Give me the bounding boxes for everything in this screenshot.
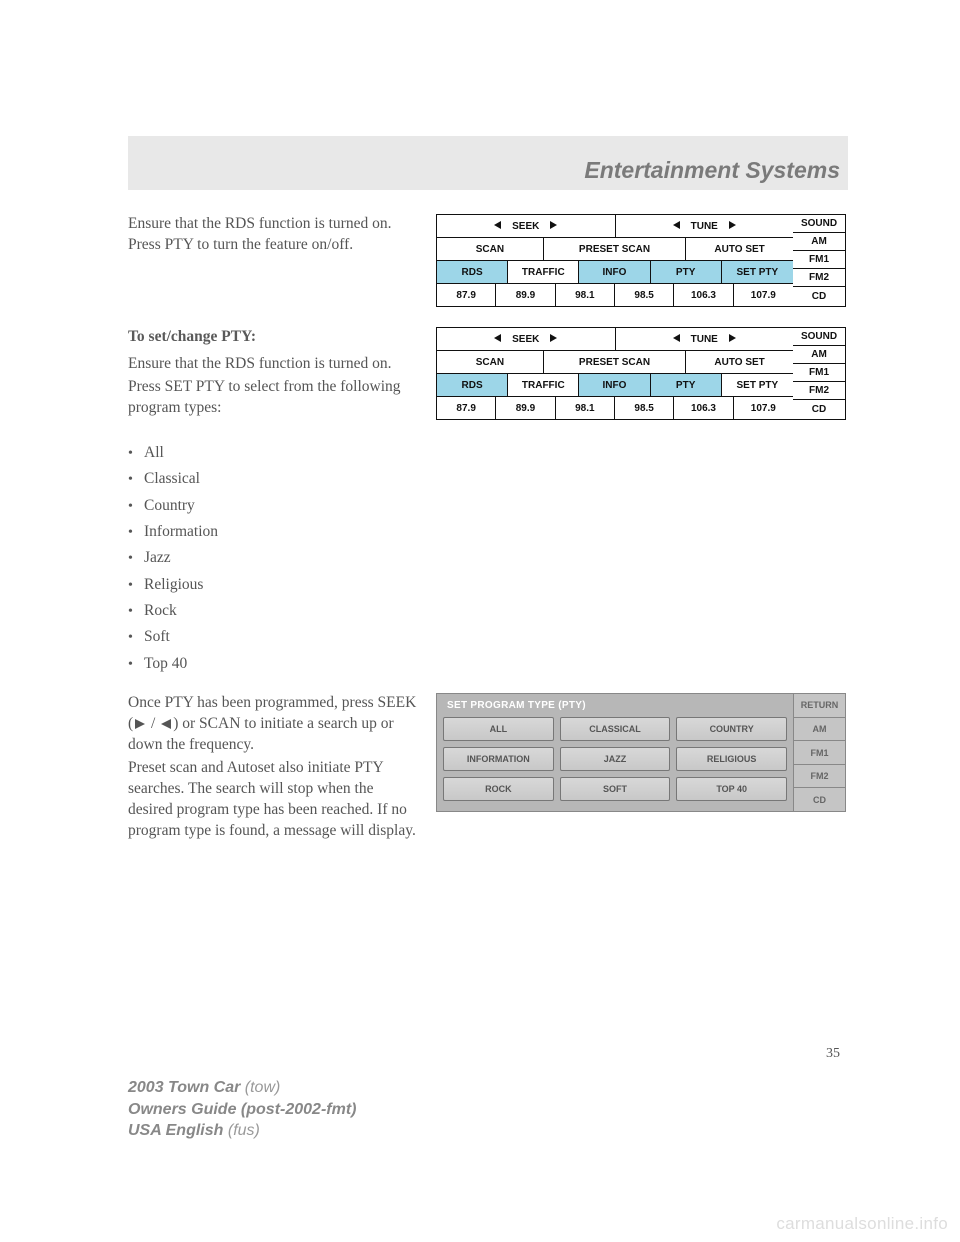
preset-scan-button: PRESET SCAN — [544, 238, 686, 260]
seek-left-icon — [161, 719, 171, 729]
preset-scan-button: PRESET SCAN — [544, 351, 686, 373]
pty-button: PTY — [651, 374, 722, 396]
preset-3: 98.1 — [556, 397, 615, 419]
am-button: AM — [793, 346, 845, 364]
pty-btn-information: INFORMATION — [443, 747, 554, 771]
pty-side-fm1: FM1 — [794, 741, 845, 765]
rds-button: RDS — [437, 374, 508, 396]
pty-side-cd: CD — [794, 788, 845, 811]
pty-panel: SET PROGRAM TYPE (PTY) ALL CLASSICAL COU… — [436, 693, 846, 812]
watermark: carmanualsonline.info — [776, 1214, 948, 1234]
pty-btn-jazz: JAZZ — [560, 747, 671, 771]
fm1-button: FM1 — [793, 364, 845, 382]
radio-illustration-1: SEEK TUNE SCAN PRESET SCAN AUTO SET RDS … — [436, 214, 848, 307]
preset-3: 98.1 — [556, 284, 615, 306]
preset-6: 107.9 — [734, 284, 793, 306]
section-once-pty: Once PTY has been programmed, press SEEK… — [128, 693, 848, 841]
header-band: Entertainment Systems — [128, 136, 848, 190]
list-item: Top 40 — [128, 651, 848, 677]
pty-types-list: All Classical Country Information Jazz R… — [128, 440, 848, 677]
set-pty-button: SET PTY — [722, 374, 793, 396]
text-set-pty: To set/change PTY: Ensure that the RDS f… — [128, 327, 418, 419]
pty-btn-soft: SOFT — [560, 777, 671, 801]
page-content: Entertainment Systems Ensure that the RD… — [128, 136, 848, 862]
pty-screen-illustration: SET PROGRAM TYPE (PTY) ALL CLASSICAL COU… — [436, 693, 848, 812]
section-title: Entertainment Systems — [584, 157, 840, 184]
pty-side-return: RETURN — [794, 694, 845, 718]
page-number: 35 — [826, 1046, 840, 1062]
tune-control: TUNE — [616, 328, 794, 350]
preset-4: 98.5 — [615, 284, 674, 306]
list-item: Classical — [128, 466, 848, 492]
preset-1: 87.9 — [437, 397, 496, 419]
am-button: AM — [793, 233, 845, 251]
auto-set-button: AUTO SET — [686, 351, 793, 373]
seek-control: SEEK — [437, 215, 616, 237]
seek-right-icon — [135, 719, 145, 729]
list-item: Soft — [128, 624, 848, 650]
cd-button: CD — [793, 400, 845, 418]
list-item: All — [128, 440, 848, 466]
list-item: Religious — [128, 572, 848, 598]
traffic-button: TRAFFIC — [508, 261, 579, 283]
info-button: INFO — [579, 374, 650, 396]
fm2-button: FM2 — [793, 269, 845, 287]
list-item: Rock — [128, 598, 848, 624]
radio-panel-2: SEEK TUNE SCAN PRESET SCAN AUTO SET RDS … — [436, 327, 846, 420]
preset-1: 87.9 — [437, 284, 496, 306]
rds-button: RDS — [437, 261, 508, 283]
list-item: Jazz — [128, 545, 848, 571]
pty-btn-top40: TOP 40 — [676, 777, 787, 801]
section-rds-pty: Ensure that the RDS function is turned o… — [128, 214, 848, 307]
para-press-set-pty: Press SET PTY to select from the followi… — [128, 377, 418, 419]
list-item: Country — [128, 493, 848, 519]
preset-4: 98.5 — [615, 397, 674, 419]
info-button: INFO — [579, 261, 650, 283]
pty-btn-country: COUNTRY — [676, 717, 787, 741]
para-rds-pty: Ensure that the RDS function is turned o… — [128, 214, 418, 256]
preset-5: 106.3 — [674, 284, 733, 306]
para-ensure-rds: Ensure that the RDS function is turned o… — [128, 354, 418, 375]
pty-panel-title: SET PROGRAM TYPE (PTY) — [443, 698, 787, 717]
footer: 2003 Town Car (tow) Owners Guide (post-2… — [128, 1077, 356, 1142]
preset-5: 106.3 — [674, 397, 733, 419]
pty-btn-classical: CLASSICAL — [560, 717, 671, 741]
text-once-pty: Once PTY has been programmed, press SEEK… — [128, 693, 418, 841]
auto-set-button: AUTO SET — [686, 238, 793, 260]
preset-2: 89.9 — [496, 397, 555, 419]
list-item: Information — [128, 519, 848, 545]
fm2-button: FM2 — [793, 382, 845, 400]
pty-side-am: AM — [794, 718, 845, 742]
radio-panel: SEEK TUNE SCAN PRESET SCAN AUTO SET RDS … — [436, 214, 846, 307]
seek-control: SEEK — [437, 328, 616, 350]
pty-btn-all: ALL — [443, 717, 554, 741]
pty-side-fm2: FM2 — [794, 765, 845, 789]
traffic-button: TRAFFIC — [508, 374, 579, 396]
radio-illustration-2: SEEK TUNE SCAN PRESET SCAN AUTO SET RDS … — [436, 327, 848, 420]
fm1-button: FM1 — [793, 251, 845, 269]
sound-button: SOUND — [793, 328, 845, 346]
preset-6: 107.9 — [734, 397, 793, 419]
heading-set-pty: To set/change PTY: — [128, 327, 418, 348]
cd-button: CD — [793, 287, 845, 305]
body-content: Ensure that the RDS function is turned o… — [128, 190, 848, 842]
sound-button: SOUND — [793, 215, 845, 233]
section-set-change-pty: To set/change PTY: Ensure that the RDS f… — [128, 327, 848, 420]
pty-btn-religious: RELIGIOUS — [676, 747, 787, 771]
scan-button: SCAN — [437, 351, 544, 373]
preset-2: 89.9 — [496, 284, 555, 306]
tune-control: TUNE — [616, 215, 794, 237]
set-pty-button: SET PTY — [722, 261, 793, 283]
scan-button: SCAN — [437, 238, 544, 260]
pty-button: PTY — [651, 261, 722, 283]
para-preset-autoset: Preset scan and Autoset also initiate PT… — [128, 758, 418, 842]
pty-btn-rock: ROCK — [443, 777, 554, 801]
